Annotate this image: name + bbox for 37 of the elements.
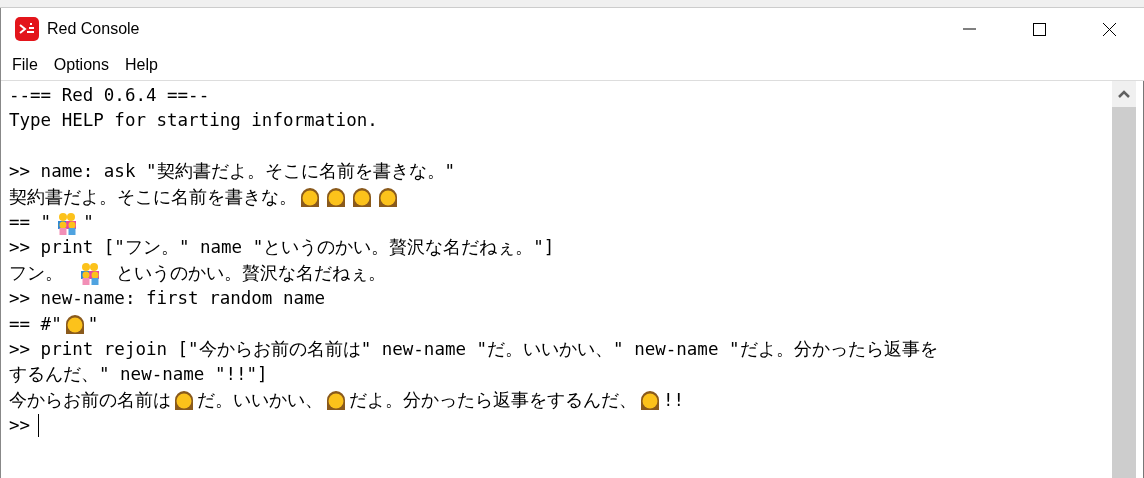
console-text: --== Red 0.6.4 ==-- bbox=[9, 84, 210, 107]
person-icon bbox=[350, 185, 374, 210]
person-icon bbox=[376, 185, 400, 210]
console-text: >> print rejoin ["今からお前の名前は" new-name "だ。いいかい、" new-name "だよ。分かったら返事を bbox=[9, 337, 938, 361]
person-icon bbox=[638, 388, 662, 413]
menu-item[interactable]: File bbox=[4, 53, 46, 77]
console-text: !! bbox=[663, 388, 685, 412]
menu-item[interactable]: Help bbox=[116, 53, 166, 77]
menu-item[interactable]: Options bbox=[45, 53, 117, 77]
console-text: だ。いいかい、 bbox=[197, 388, 323, 412]
console-text: >> print ["フン。" name "というのかい。贅沢な名だねぇ。"] bbox=[9, 236, 555, 260]
console-text: Type HELP for starting information. bbox=[9, 109, 378, 133]
console-text: 今からお前の名前は bbox=[9, 388, 171, 412]
console-text: == " bbox=[9, 210, 52, 234]
person-icon bbox=[324, 185, 348, 210]
window-title: Red Console bbox=[47, 19, 140, 39]
person-icon bbox=[172, 388, 196, 413]
console-text: というのかい。贅沢な名だねぇ。 bbox=[115, 261, 387, 285]
scroll-up-icon[interactable] bbox=[1118, 90, 1130, 98]
person-icon bbox=[298, 185, 322, 210]
console-text: >> bbox=[9, 414, 31, 438]
maximize-icon[interactable] bbox=[1032, 22, 1046, 36]
console-text: == #" bbox=[9, 312, 62, 336]
console-text: " bbox=[87, 312, 99, 336]
console-text: 契約書だよ。そこに名前を書きな。 bbox=[9, 185, 297, 209]
console-text: " bbox=[83, 210, 94, 234]
person-icon bbox=[324, 388, 348, 413]
app-icon bbox=[15, 17, 39, 41]
minimize-icon[interactable] bbox=[962, 28, 976, 30]
text-cursor bbox=[38, 414, 40, 438]
console-text: フン。 bbox=[9, 261, 64, 285]
console-text: するんだ、" new-name "!!"] bbox=[9, 363, 268, 387]
console-text: だよ。分かったら返事をするんだ、 bbox=[349, 388, 637, 412]
scrollbar[interactable] bbox=[1112, 81, 1136, 478]
console-text: >> name: ask "契約書だよ。そこに名前を書きな。" bbox=[9, 160, 456, 184]
close-icon[interactable] bbox=[1102, 22, 1116, 36]
console-text: >> new-name: first random name bbox=[9, 287, 326, 311]
